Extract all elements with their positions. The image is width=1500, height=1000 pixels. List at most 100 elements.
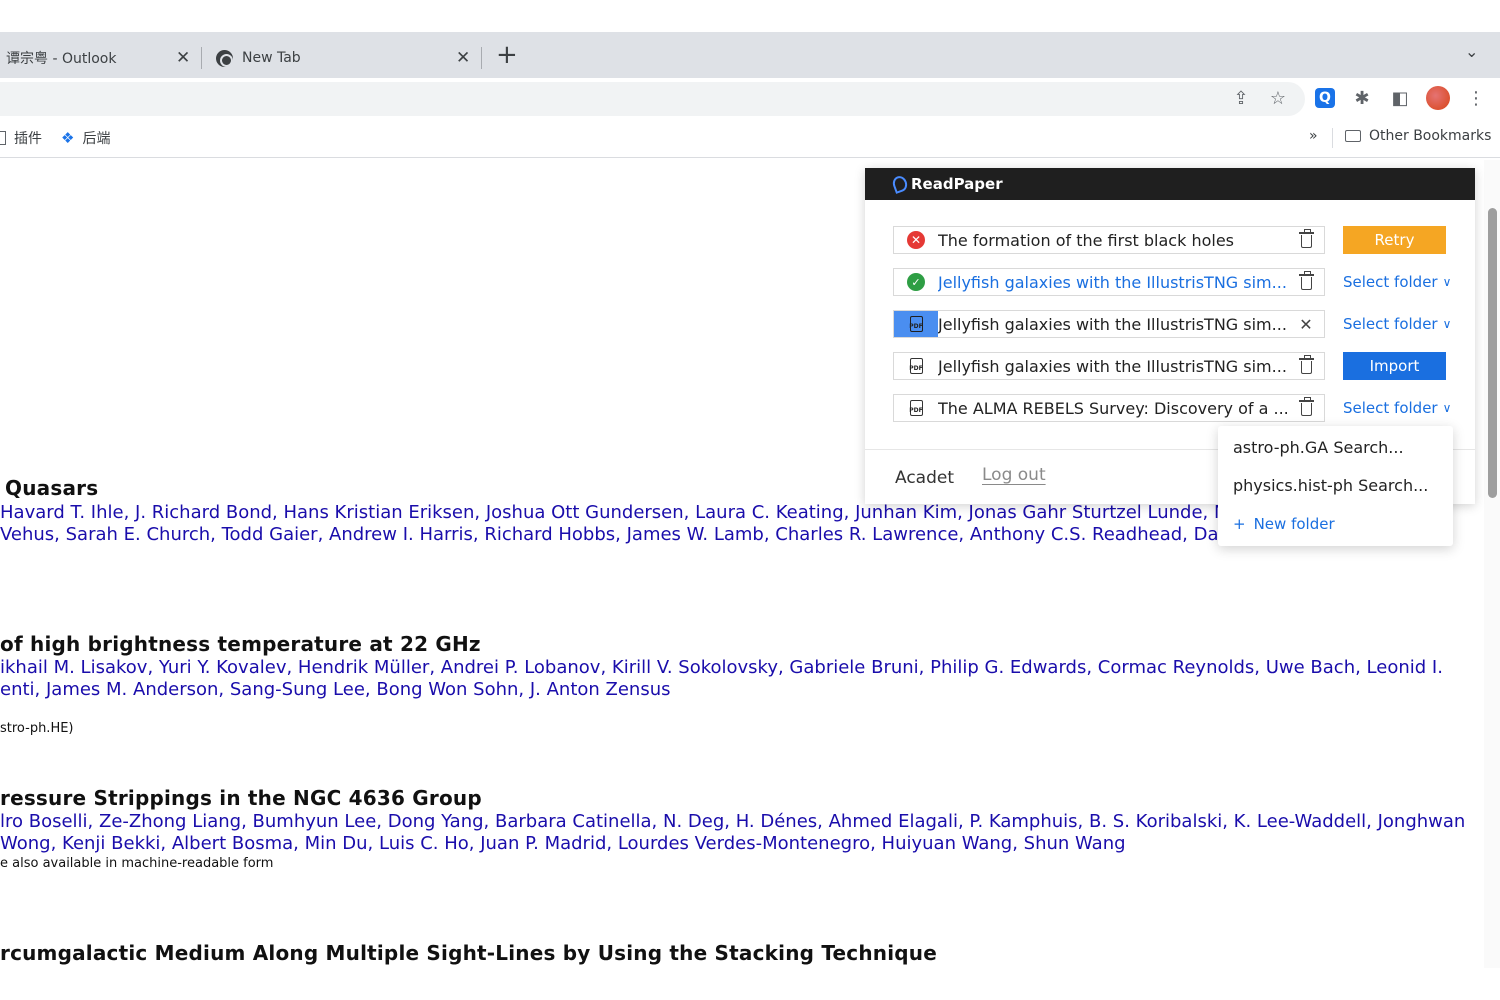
select-folder-label: Select folder: [1343, 399, 1438, 417]
chevron-down-icon: ∨: [1442, 401, 1452, 415]
folder-option[interactable]: astro-ph.GA Search...: [1233, 438, 1404, 457]
other-bookmarks[interactable]: Other Bookmarks: [1345, 128, 1491, 144]
delete-button[interactable]: [1288, 355, 1324, 374]
new-folder-label: New folder: [1253, 515, 1335, 533]
check-icon: ✓: [907, 273, 925, 291]
chevron-down-icon: ∨: [1442, 317, 1452, 331]
more-menu-icon[interactable]: ⋮: [1462, 84, 1490, 112]
trash-icon: [1298, 271, 1314, 290]
import-button[interactable]: Import: [1343, 352, 1446, 380]
import-item-pending: PDF The ALMA REBELS Survey: Discovery of…: [893, 394, 1325, 422]
readpaper-brand: ReadPaper: [911, 175, 1003, 193]
folder-option[interactable]: physics.hist-ph Search...: [1233, 476, 1428, 495]
chrome-icon: [216, 49, 233, 67]
import-item-success: ✓ Jellyfish galaxies with the IllustrisT…: [893, 268, 1325, 296]
import-item-title: The ALMA REBELS Survey: Discovery of a .…: [938, 398, 1288, 418]
folder-dropdown-menu: astro-ph.GA Search... physics.hist-ph Se…: [1218, 426, 1453, 546]
bookmark-separator: [1332, 128, 1333, 148]
tab-separator: [201, 47, 202, 69]
paper-authors[interactable]: Vehus, Sarah E. Church, Todd Gaier, Andr…: [0, 524, 1229, 546]
tab-separator: [481, 47, 482, 69]
bookmark-plugins[interactable]: 插件: [0, 128, 42, 148]
import-item-title: Jellyfish galaxies with the IllustrisTNG…: [938, 356, 1287, 376]
pdf-file-icon: PDF: [909, 358, 923, 374]
new-folder-button[interactable]: + New folder: [1233, 515, 1335, 533]
paper-subject: stro-ph.HE): [0, 721, 74, 736]
bookmarks-bar: 插件 ❖ 后端 » Other Bookmarks: [0, 118, 1500, 158]
error-icon: ✕: [907, 231, 925, 249]
paper-title: rcumgalactic Medium Along Multiple Sight…: [0, 941, 937, 965]
paper-entry: ressure Strippings in the NGC 4636 Group…: [0, 786, 1465, 871]
status-icon-cell: ✓: [894, 269, 938, 295]
paper-authors[interactable]: Wong, Kenji Bekki, Albert Bosma, Min Du,…: [0, 833, 1465, 855]
diamond-logo-icon: ❖: [61, 129, 75, 147]
delete-button[interactable]: [1288, 271, 1324, 290]
readpaper-logo-icon: [890, 174, 910, 194]
status-icon-cell: PDF: [894, 353, 938, 379]
select-folder-label: Select folder: [1343, 273, 1438, 291]
tab-title: New Tab: [242, 50, 301, 66]
status-icon-cell: PDF: [894, 395, 938, 421]
status-icon-cell: ✕: [894, 227, 938, 253]
select-folder-dropdown[interactable]: Select folder ∨: [1343, 394, 1451, 422]
bookmark-star-icon[interactable]: ☆: [1264, 84, 1292, 112]
new-tab-button[interactable]: +: [496, 40, 518, 70]
tab-search-chevron-icon[interactable]: ⌄: [1465, 42, 1478, 61]
paper-authors[interactable]: ikhail M. Lisakov, Yuri Y. Kovalev, Hend…: [0, 657, 1443, 679]
paper-title: ressure Strippings in the NGC 4636 Group: [0, 786, 482, 810]
page-scrollbar-thumb[interactable]: [1488, 208, 1497, 498]
import-item-title: The formation of the first black holes: [938, 230, 1234, 250]
retry-button[interactable]: Retry: [1343, 226, 1446, 254]
folder-icon: [0, 131, 6, 145]
import-item-title-link[interactable]: Jellyfish galaxies with the IllustrisTNG…: [938, 273, 1288, 292]
paper-entry: of high brightness temperature at 22 GHz…: [0, 632, 1443, 736]
paper-authors[interactable]: lro Boselli, Ze-Zhong Liang, Bumhyun Lee…: [0, 811, 1465, 833]
import-item-uploading: PDF Jellyfish galaxies with the Illustri…: [893, 310, 1325, 338]
pdf-file-icon: PDF: [909, 316, 923, 332]
extensions-puzzle-icon[interactable]: ✱: [1348, 84, 1376, 112]
select-folder-label: Select folder: [1343, 315, 1438, 333]
import-item-error: ✕ The formation of the first black holes: [893, 226, 1325, 254]
chevron-down-icon: ∨: [1442, 275, 1452, 289]
bookmark-label: 后端: [82, 131, 111, 147]
import-item-pending: PDF Jellyfish galaxies with the Illustri…: [893, 352, 1325, 380]
cancel-upload-button[interactable]: ✕: [1288, 315, 1324, 334]
paper-title: of high brightness temperature at 22 GHz: [0, 632, 481, 656]
select-folder-dropdown[interactable]: Select folder ∨: [1343, 310, 1451, 338]
upload-progress: PDF: [894, 311, 938, 337]
paper-authors[interactable]: enti, James M. Anderson, Sang-Sung Lee, …: [0, 679, 1443, 701]
tab-outlook[interactable]: 谭宗粤 - Outlook ✕: [6, 40, 196, 76]
plus-icon: +: [1233, 515, 1246, 533]
address-bar[interactable]: [0, 82, 1305, 116]
trash-icon: [1298, 397, 1314, 416]
readpaper-extension-icon[interactable]: Q: [1315, 88, 1335, 108]
profile-avatar[interactable]: [1426, 86, 1450, 110]
folder-icon: [1345, 130, 1361, 142]
share-icon[interactable]: ⇪: [1227, 84, 1255, 112]
bookmark-label: 插件: [14, 131, 42, 147]
paper-authors[interactable]: Havard T. Ihle, J. Richard Bond, Hans Kr…: [0, 502, 1229, 524]
paper-entry: rcumgalactic Medium Along Multiple Sight…: [0, 941, 937, 965]
browser-toolbar: ⇪ ☆ Q ✱ ◧ ⋮: [0, 78, 1500, 118]
import-item-title: Jellyfish galaxies with the IllustrisTNG…: [938, 314, 1287, 334]
other-bookmarks-label: Other Bookmarks: [1369, 128, 1492, 144]
tab-title: 谭宗粤 - Outlook: [6, 51, 117, 67]
readpaper-header: ReadPaper: [865, 168, 1475, 200]
close-icon[interactable]: ✕: [456, 48, 470, 68]
paper-comment: e also available in machine-readable for…: [0, 856, 274, 871]
bookmarks-overflow-button[interactable]: »: [1309, 128, 1318, 144]
trash-icon: [1298, 355, 1314, 374]
bookmark-backend[interactable]: ❖ 后端: [61, 128, 110, 148]
delete-button[interactable]: [1288, 229, 1324, 248]
select-folder-dropdown[interactable]: Select folder ∨: [1343, 268, 1451, 296]
close-icon[interactable]: ✕: [176, 48, 190, 68]
username: Acadet: [895, 468, 955, 488]
close-icon: ✕: [1299, 314, 1313, 334]
logout-link[interactable]: Log out: [982, 465, 1046, 485]
pdf-file-icon: PDF: [909, 400, 923, 416]
tab-new-tab[interactable]: New Tab ✕: [216, 40, 476, 76]
tab-strip: 谭宗粤 - Outlook ✕ New Tab ✕ + ⌄: [0, 32, 1500, 78]
side-panel-icon[interactable]: ◧: [1386, 84, 1414, 112]
delete-button[interactable]: [1288, 397, 1324, 416]
trash-icon: [1298, 229, 1314, 248]
